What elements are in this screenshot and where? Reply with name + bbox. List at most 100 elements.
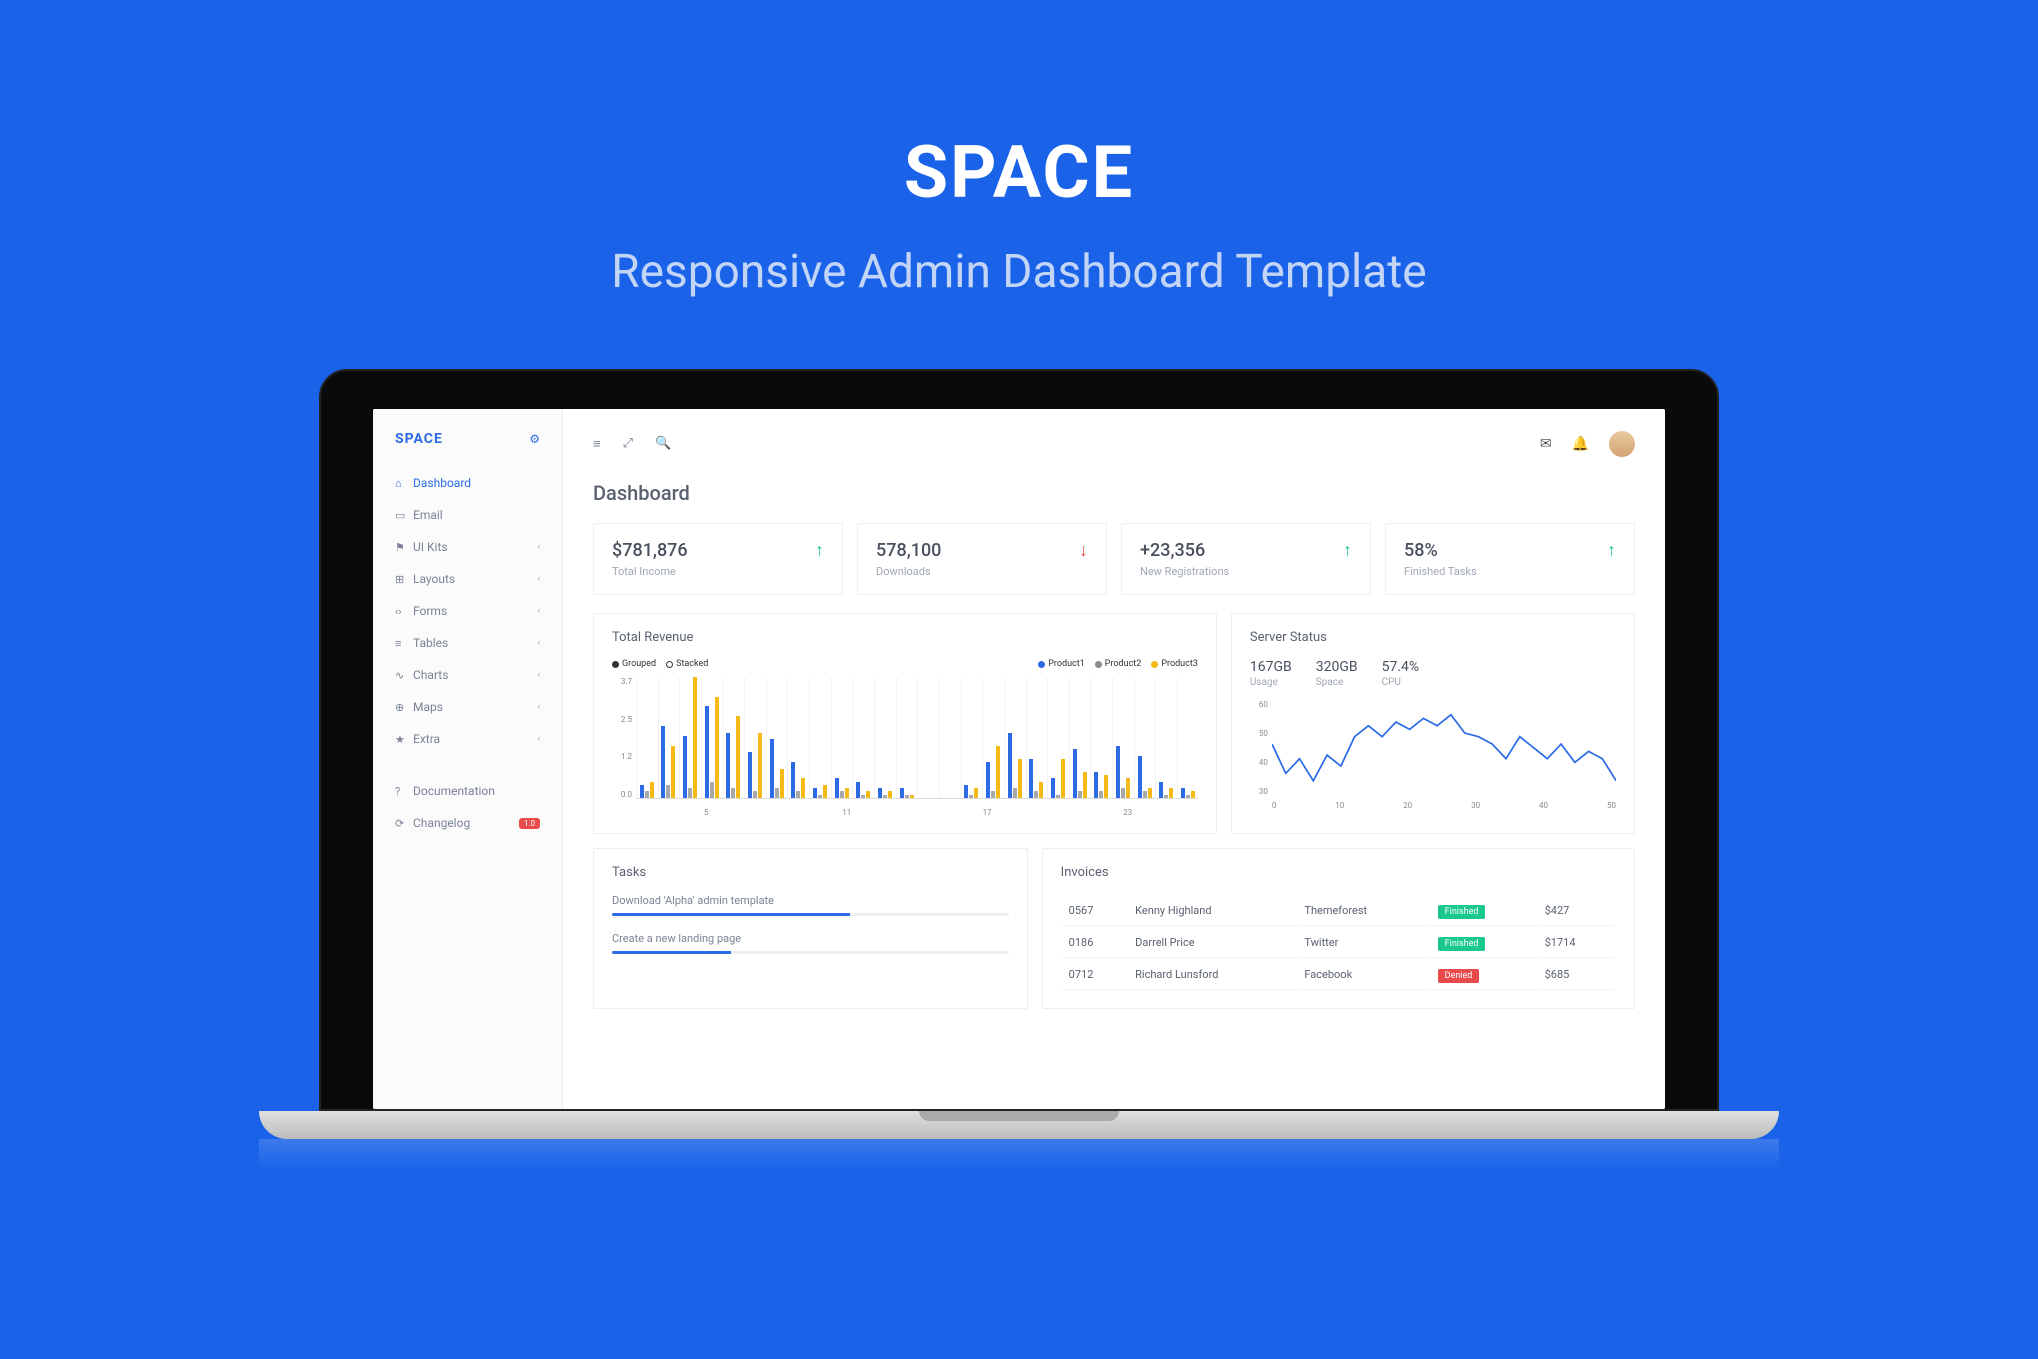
nav-icon: ⟳ (395, 817, 413, 830)
tasks-card: Tasks Download 'Alpha' admin templateCre… (593, 848, 1028, 1009)
server-card: Server Status 167GB Usage 320GB Space 57.4% C… (1231, 613, 1635, 834)
nav-icon: ⌂ (395, 477, 413, 490)
chevron-icon: ‹ (537, 734, 540, 744)
legend-p3: Product3 (1161, 659, 1198, 669)
sidebar-item-maps[interactable]: ⊕Maps‹ (373, 691, 562, 723)
tasks-title: Tasks (612, 865, 1009, 880)
revenue-title: Total Revenue (612, 630, 1198, 645)
server-stat: 320GB Space (1316, 659, 1358, 688)
server-stat-value: 57.4% (1382, 659, 1420, 675)
table-row[interactable]: 0567Kenny HighlandThemeforestFinished$42… (1063, 896, 1614, 926)
stat-label: New Registrations (1140, 565, 1229, 578)
inv-source: Themeforest (1298, 896, 1429, 926)
nav-label: Changelog (413, 816, 519, 830)
sidebar-item-tables[interactable]: ≡Tables‹ (373, 627, 562, 659)
laptop-base (259, 1111, 1779, 1139)
task-row: Create a new landing page (612, 932, 1009, 954)
server-stat: 167GB Usage (1250, 659, 1292, 688)
nav-icon: ∿ (395, 669, 413, 682)
trend-up-icon: ↑ (1607, 540, 1616, 561)
search-icon[interactable]: 🔍 (655, 436, 671, 452)
status-badge: Finished (1438, 937, 1486, 951)
nav-icon: ‹› (395, 605, 413, 618)
task-name: Create a new landing page (612, 932, 1009, 945)
server-stat-value: 167GB (1250, 659, 1292, 675)
badge: 1.0 (519, 818, 540, 829)
sidebar-item-ui-kits[interactable]: ⚑UI Kits‹ (373, 531, 562, 563)
logo[interactable]: SPACE (395, 431, 443, 447)
stat-value: $781,876 (612, 540, 688, 561)
server-chart: 60504030 01020304050 (1250, 700, 1616, 810)
chevron-icon: ‹ (537, 606, 540, 616)
mail-icon[interactable]: ✉ (1540, 436, 1552, 452)
nav-icon: ★ (395, 733, 413, 746)
status-badge: Finished (1438, 905, 1486, 919)
hero-title: SPACE (0, 130, 2038, 215)
avatar[interactable] (1609, 431, 1635, 457)
inv-source: Facebook (1298, 960, 1429, 990)
inv-amount: $427 (1539, 896, 1614, 926)
laptop-frame: SPACE ⚙ ⌂Dashboard▭Email⚑UI Kits‹⊞Layout… (319, 369, 1719, 1111)
nav-label: Forms (413, 604, 537, 618)
inv-amount: $685 (1539, 960, 1614, 990)
stat-card: +23,356 New Registrations ↑ (1121, 523, 1371, 595)
stat-label: Finished Tasks (1404, 565, 1477, 578)
gear-icon[interactable]: ⚙ (529, 432, 540, 446)
inv-amount: $1714 (1539, 928, 1614, 958)
nav-icon: ? (395, 785, 413, 798)
sidebar-item-extra[interactable]: ★Extra‹ (373, 723, 562, 755)
stat-card: $781,876 Total Income ↑ (593, 523, 843, 595)
page-title: Dashboard (593, 481, 1635, 505)
chevron-icon: ‹ (537, 702, 540, 712)
server-stat-value: 320GB (1316, 659, 1358, 675)
stat-label: Total Income (612, 565, 688, 578)
sidebar-item-email[interactable]: ▭Email (373, 499, 562, 531)
server-stat-label: Usage (1250, 677, 1292, 688)
chevron-icon: ‹ (537, 542, 540, 552)
chevron-icon: ‹ (537, 638, 540, 648)
server-title: Server Status (1250, 630, 1616, 645)
sidebar-item-layouts[interactable]: ⊞Layouts‹ (373, 563, 562, 595)
legend-stacked[interactable]: Stacked (676, 659, 708, 669)
table-row[interactable]: 0712Richard LunsfordFacebookDenied$685 (1063, 960, 1614, 990)
nav-label: Charts (413, 668, 537, 682)
sidebar-item-documentation[interactable]: ?Documentation (373, 775, 562, 807)
nav-label: Extra (413, 732, 537, 746)
bell-icon[interactable]: 🔔 (1572, 436, 1589, 452)
sidebar: SPACE ⚙ ⌂Dashboard▭Email⚑UI Kits‹⊞Layout… (373, 409, 563, 1109)
legend-p1: Product1 (1048, 659, 1085, 669)
server-stat-label: CPU (1382, 677, 1420, 688)
server-stat: 57.4% CPU (1382, 659, 1420, 688)
progress-bar (612, 951, 1009, 954)
stat-label: Downloads (876, 565, 941, 578)
nav-icon: ⚑ (395, 541, 413, 554)
nav-label: Layouts (413, 572, 537, 586)
invoices-title: Invoices (1061, 865, 1616, 880)
revenue-card: Total Revenue Grouped Stacked Product1 P… (593, 613, 1217, 834)
stat-value: 578,100 (876, 540, 941, 561)
sidebar-item-changelog[interactable]: ⟳Changelog1.0 (373, 807, 562, 839)
sidebar-item-charts[interactable]: ∿Charts‹ (373, 659, 562, 691)
stat-value: +23,356 (1140, 540, 1229, 561)
inv-source: Twitter (1298, 928, 1429, 958)
legend-p2: Product2 (1105, 659, 1142, 669)
inv-id: 0186 (1063, 928, 1127, 958)
chevron-icon: ‹ (537, 574, 540, 584)
chevron-icon: ‹ (537, 670, 540, 680)
trend-up-icon: ↑ (815, 540, 824, 561)
nav-label: Tables (413, 636, 537, 650)
expand-icon[interactable]: ⤢ (623, 436, 633, 452)
sidebar-item-dashboard[interactable]: ⌂Dashboard (373, 467, 562, 499)
table-row[interactable]: 0186Darrell PriceTwitterFinished$1714 (1063, 928, 1614, 958)
trend-down-icon: ↓ (1079, 540, 1088, 561)
nav-label: Documentation (413, 784, 540, 798)
stat-card: 578,100 Downloads ↓ (857, 523, 1107, 595)
trend-up-icon: ↑ (1343, 540, 1352, 561)
invoices-card: Invoices 0567Kenny HighlandThemeforestFi… (1042, 848, 1635, 1009)
server-stat-label: Space (1316, 677, 1358, 688)
nav-label: Dashboard (413, 476, 540, 490)
nav-icon: ⊞ (395, 573, 413, 586)
menu-icon[interactable]: ≡ (593, 436, 601, 452)
sidebar-item-forms[interactable]: ‹›Forms‹ (373, 595, 562, 627)
legend-grouped[interactable]: Grouped (622, 659, 656, 669)
